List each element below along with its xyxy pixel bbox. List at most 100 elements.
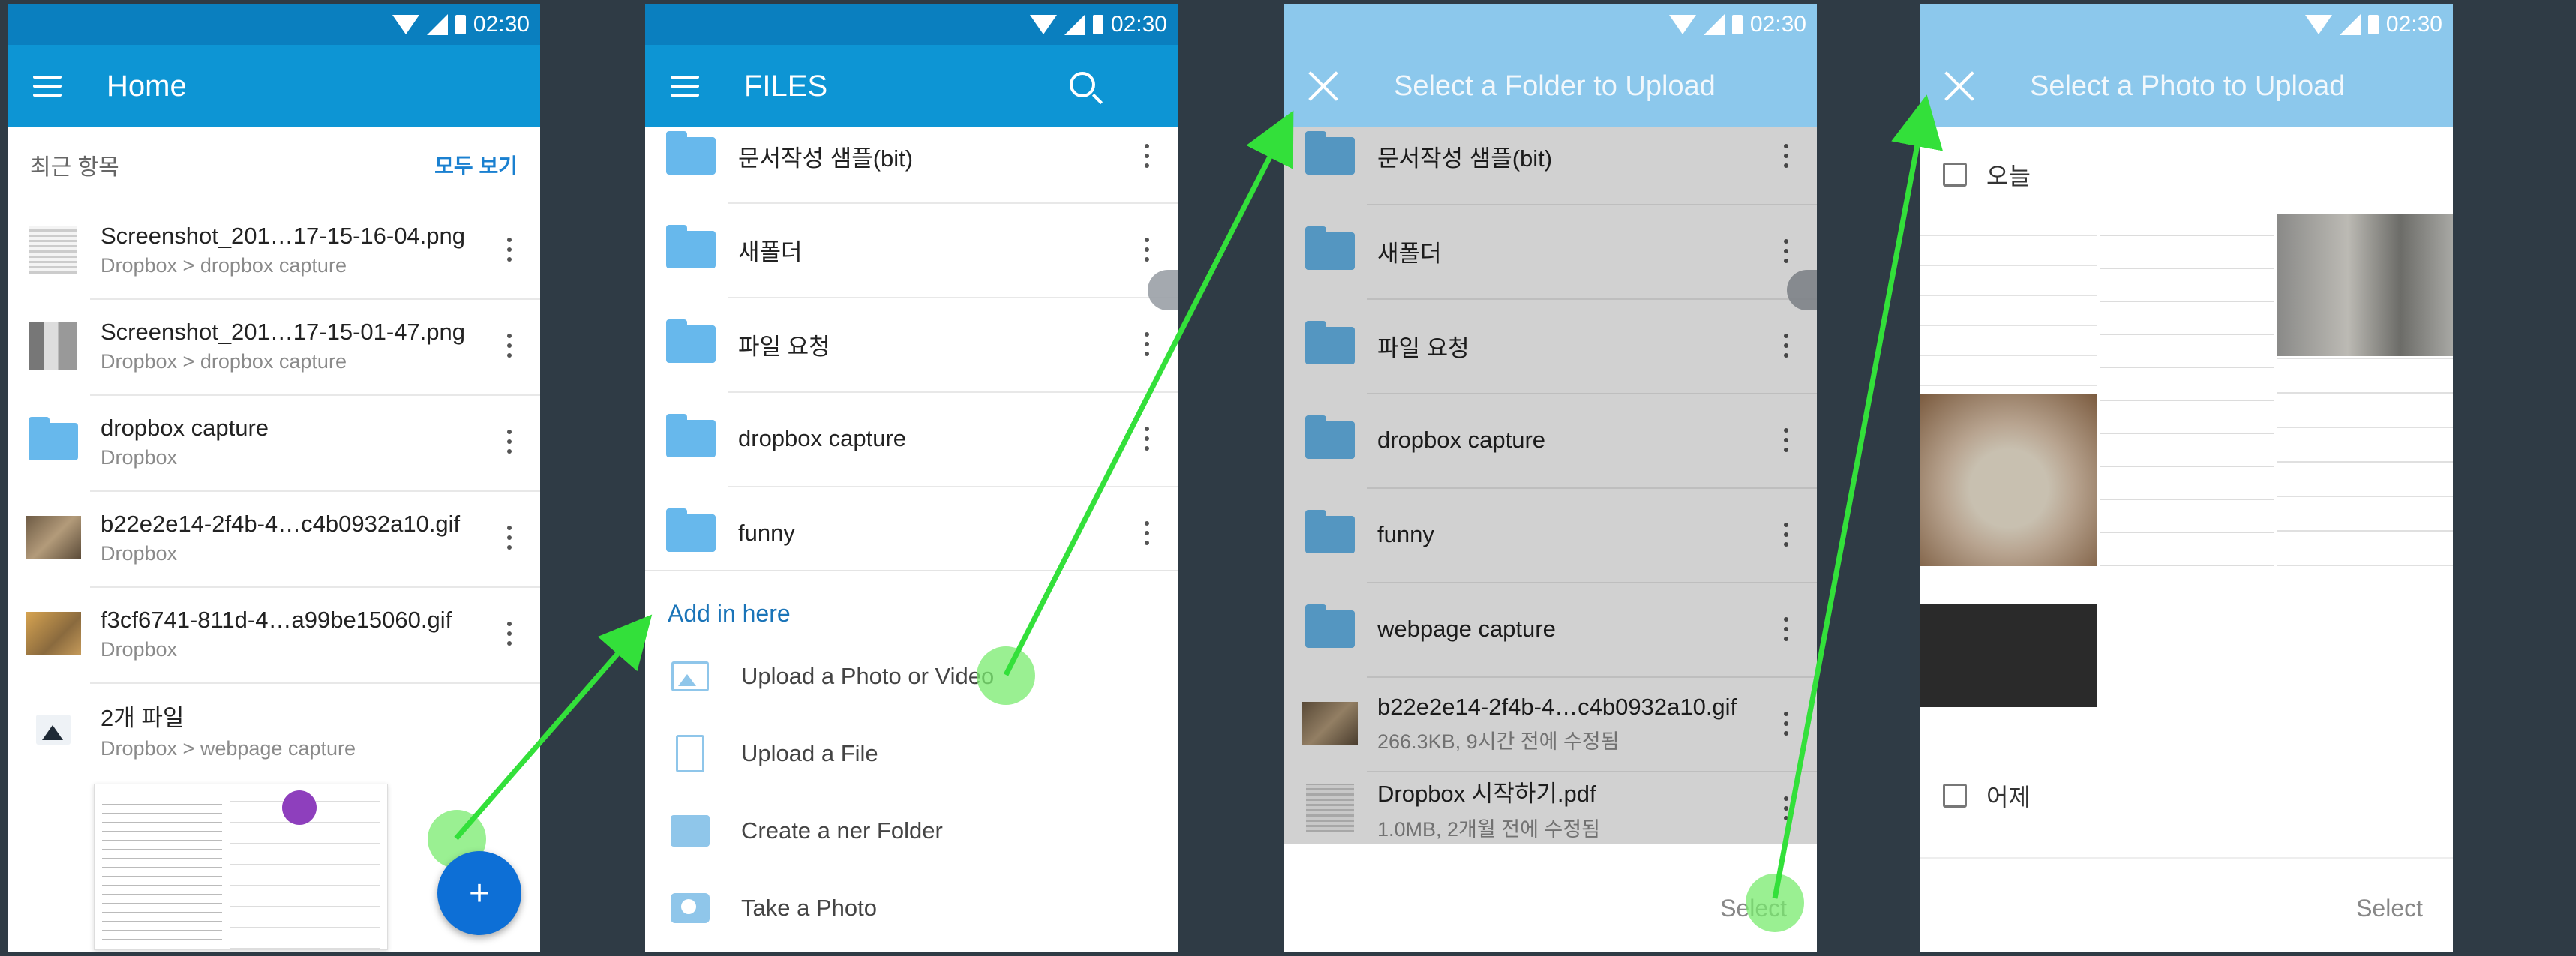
photo-thumbnail[interactable]	[2100, 214, 2274, 566]
page-title: FILES	[744, 69, 828, 103]
hamburger-menu-icon[interactable]	[33, 76, 62, 97]
status-bar: 02:30	[645, 4, 1178, 45]
file-icon	[671, 735, 710, 772]
battery-icon	[455, 14, 466, 34]
recent-section-header: 최근 항목 모두 보기	[8, 127, 540, 202]
folder-row[interactable]: funny	[645, 486, 1178, 580]
screen-select-photo: 02:30 Select a Photo to Upload 오늘 어제 Sel…	[1920, 4, 2453, 952]
item-name: dropbox capture	[101, 414, 269, 441]
list-item[interactable]: b22e2e14-2f4b-4…c4b0932a10.gif Dropbox	[8, 490, 540, 585]
folder-icon	[663, 412, 719, 465]
photo-thumbnail[interactable]	[1920, 394, 2097, 566]
more-options-icon[interactable]	[1145, 238, 1149, 262]
folder-icon	[663, 318, 719, 370]
item-name: Screenshot_201…17-15-16-04.png	[101, 222, 466, 249]
cat-thumb	[26, 511, 81, 564]
upload-photo-video-button[interactable]: Upload a Photo or Video	[645, 639, 1178, 714]
screen-select-folder: 02:30 Select a Folder to Upload 문서작성 샘플(…	[1284, 4, 1817, 952]
battery-icon	[1731, 14, 1743, 34]
list-item[interactable]: f3cf6741-811d-4…a99be15060.gif Dropbox	[8, 586, 540, 681]
take-photo-button[interactable]: Take a Photo	[645, 871, 1178, 946]
folder-row[interactable]: 문서작성 샘플(bit)	[645, 109, 1178, 203]
list-item[interactable]: Screenshot_201…17-15-01-47.png Dropbox > …	[8, 298, 540, 393]
view-all-link[interactable]: 모두 보기	[434, 150, 518, 180]
more-options-icon[interactable]	[1145, 144, 1149, 168]
preview-document	[102, 798, 222, 940]
photo-thumbnail[interactable]	[2277, 356, 2453, 566]
folder-icon	[671, 812, 710, 850]
item-name: b22e2e14-2f4b-4…c4b0932a10.gif	[101, 510, 461, 537]
file-preview-card[interactable]	[94, 784, 388, 950]
folder-row[interactable]: 새폴더	[645, 202, 1178, 297]
section-title: 최근 항목	[30, 155, 119, 180]
status-bar: 02:30	[8, 4, 540, 45]
dog-thumb	[26, 607, 81, 660]
item-path: Dropbox > webpage capture	[101, 737, 356, 760]
more-options-icon[interactable]	[1145, 427, 1149, 451]
folder-name: 문서작성 샘플(bit)	[738, 145, 914, 172]
screenshot-thumb	[26, 223, 81, 276]
folder-name: funny	[738, 520, 795, 546]
folder-name: dropbox capture	[738, 425, 907, 451]
item-path: Dropbox	[101, 637, 178, 661]
signal-icon	[1064, 13, 1085, 35]
screen-home: 02:30 Home 최근 항목 모두 보기 Screenshot_201…17…	[8, 4, 540, 952]
dim-overlay	[1284, 127, 1817, 844]
more-options-icon[interactable]	[1145, 332, 1149, 356]
list-item[interactable]: dropbox capture Dropbox	[8, 394, 540, 489]
action-label: Create a ner Folder	[741, 817, 943, 844]
item-path: Dropbox	[101, 445, 178, 469]
more-options-icon[interactable]	[507, 238, 512, 262]
action-label: Take a Photo	[741, 895, 877, 921]
add-in-here-sheet: Add in here Upload a Photo or Video Uplo…	[645, 570, 1178, 952]
wifi-icon	[2304, 14, 2332, 34]
wifi-icon	[1668, 14, 1696, 34]
page-title: Select a Folder to Upload	[1394, 70, 1716, 102]
create-folder-button[interactable]: Create a ner Folder	[645, 793, 1178, 868]
group-yesterday[interactable]: 어제	[1943, 778, 2031, 813]
item-path: Dropbox > dropbox capture	[101, 253, 347, 277]
status-time: 02:30	[473, 11, 530, 37]
photo-icon	[671, 658, 710, 695]
select-all-today-checkbox[interactable]	[1943, 163, 1967, 187]
page-title: Home	[107, 69, 187, 103]
battery-icon	[1092, 14, 1103, 34]
group-today[interactable]: 오늘	[1943, 157, 2031, 192]
photo-thumbnail[interactable]	[1920, 569, 2097, 742]
select-all-yesterday-checkbox[interactable]	[1943, 784, 1967, 808]
group-label: 오늘	[1986, 163, 2031, 190]
folder-icon	[663, 507, 719, 559]
folder-icon	[663, 130, 719, 182]
close-icon[interactable]	[1307, 70, 1340, 103]
status-bar: 02:30	[1920, 4, 2453, 45]
camera-icon	[671, 889, 710, 927]
bottom-action-bar: Select	[1284, 844, 1817, 952]
more-options-icon[interactable]	[507, 622, 512, 646]
status-time: 02:30	[1110, 11, 1167, 37]
close-icon[interactable]	[1943, 70, 1976, 103]
action-label: Upload a File	[741, 740, 878, 766]
folder-row[interactable]: 파일 요청	[645, 297, 1178, 391]
bottom-action-bar: Select	[1920, 857, 2453, 952]
upload-file-button[interactable]: Upload a File	[645, 716, 1178, 791]
search-icon[interactable]	[1070, 72, 1095, 97]
item-name: 2개 파일	[101, 705, 185, 731]
hamburger-menu-icon[interactable]	[671, 76, 699, 97]
wifi-icon	[1029, 14, 1057, 34]
select-button[interactable]: Select	[2356, 895, 2423, 922]
status-time: 02:30	[2385, 11, 2442, 37]
more-options-icon[interactable]	[507, 334, 512, 358]
more-options-icon[interactable]	[507, 430, 512, 454]
sheet-title: Add in here	[668, 600, 791, 627]
list-item[interactable]: Screenshot_201…17-15-16-04.png Dropbox > …	[8, 202, 540, 297]
more-options-icon[interactable]	[1145, 521, 1149, 545]
app-bar: Select a Photo to Upload	[1920, 45, 2453, 127]
list-item[interactable]: 2개 파일 Dropbox > webpage capture	[8, 682, 540, 777]
item-path: Dropbox	[101, 541, 178, 565]
screenshot-thumb	[26, 319, 81, 372]
app-bar: Home	[8, 45, 540, 127]
photo-thumbnail[interactable]	[2277, 214, 2453, 356]
add-fab-button[interactable]: +	[437, 851, 521, 935]
folder-row[interactable]: dropbox capture	[645, 391, 1178, 486]
more-options-icon[interactable]	[507, 526, 512, 550]
